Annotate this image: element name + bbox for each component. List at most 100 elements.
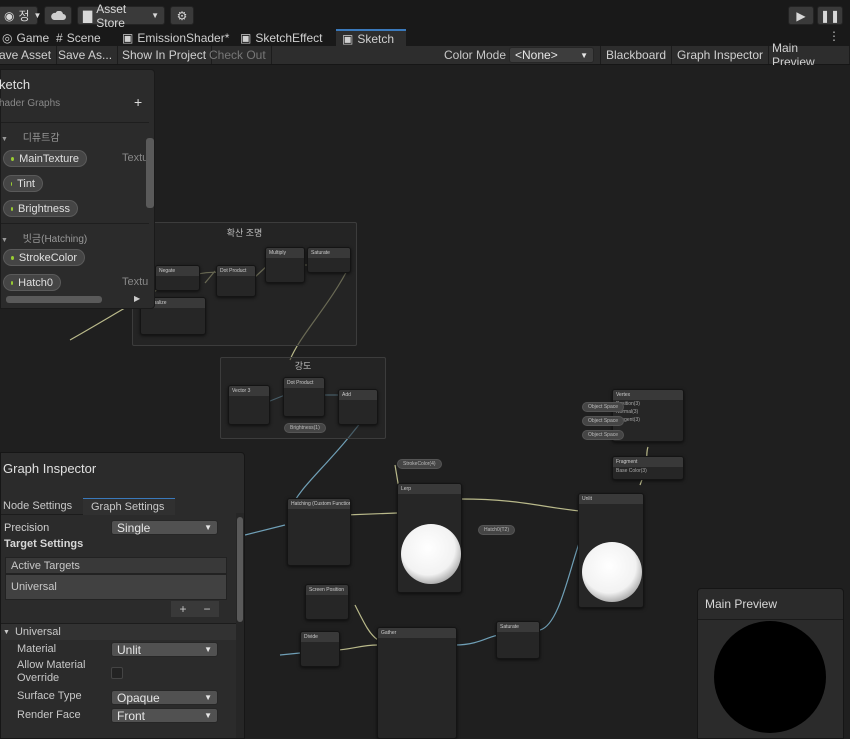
pill-stroke-color[interactable]: StrokeColor(4)	[397, 459, 442, 469]
color-mode-select[interactable]: <None> ▼	[509, 47, 594, 63]
allow-material-override-label: Allow Material Override	[17, 659, 86, 684]
chevron-down-icon: ▼	[204, 711, 212, 720]
add-target-button[interactable]: +	[179, 602, 186, 616]
node-dot-product-2[interactable]: Dot Product	[283, 377, 325, 417]
graph-inspector-toggle[interactable]: Graph Inspector	[672, 46, 770, 64]
asset-store-icon: ▇	[83, 8, 93, 23]
pill-object-space[interactable]: Object Space	[582, 402, 625, 412]
node-screen-position[interactable]: Screen Position	[305, 584, 349, 620]
hash-icon: #	[56, 30, 63, 45]
node-negate[interactable]: Negate	[155, 265, 200, 291]
node-hatching[interactable]: Hatching (Custom Function)	[287, 498, 351, 566]
show-in-project-button[interactable]: Show In Project	[117, 46, 213, 64]
category-diffuse[interactable]: ▼ 디퓨트감	[1, 129, 60, 144]
account-icon: ◉	[4, 8, 15, 23]
blackboard-vertical-scrollbar[interactable]	[146, 138, 154, 208]
editor-tabs: ◎ Game # Scene ▣ EmissionShader* ▣ SketchEff…	[0, 29, 850, 46]
chevron-down-icon: ▼	[580, 50, 588, 60]
blackboard-horizontal-scrollbar[interactable]	[6, 296, 102, 303]
main-preview-title: Main Preview	[705, 597, 778, 611]
tab-sketch[interactable]: ▣ Sketch	[336, 29, 406, 46]
color-mode-label: Color Mode	[444, 48, 507, 62]
property-tint[interactable]: Tint	[3, 175, 43, 192]
universal-section-header[interactable]: ▼ Universal	[1, 623, 236, 640]
tab-game[interactable]: ◎ Game	[0, 29, 55, 46]
active-targets-header: Active Targets	[5, 557, 227, 574]
property-strokecolor[interactable]: StrokeColor	[3, 249, 85, 266]
blackboard-toggle[interactable]: Blackboard	[600, 46, 673, 64]
top-bar: ◉ 정 ▼ ▇ Asset Store ▼ ⚙ ▶ ❚❚	[0, 0, 850, 30]
graph-inspector-panel: Graph Inspector Node Settings Graph Sett…	[0, 452, 245, 739]
target-item-universal[interactable]: Universal	[5, 574, 227, 600]
group-title: 강도	[294, 361, 312, 371]
chevron-down-icon: ▼	[204, 645, 212, 654]
chevron-down-icon: ▼	[204, 693, 212, 702]
pause-icon: ❚❚	[819, 8, 841, 23]
blackboard-title: ketch	[0, 77, 31, 92]
material-select[interactable]: Unlit ▼	[111, 642, 218, 657]
chevron-down-icon: ▼	[151, 11, 159, 20]
remove-target-button[interactable]: −	[203, 602, 210, 616]
surface-type-select[interactable]: Opaque ▼	[111, 690, 218, 705]
pill-brightness[interactable]: Brightness(1)	[284, 423, 326, 433]
allow-material-override-checkbox[interactable]	[111, 667, 123, 679]
account-dropdown[interactable]: ◉ 정 ▼	[0, 6, 41, 25]
node-add[interactable]: Add	[338, 389, 378, 425]
tab-emissionshader[interactable]: ▣ EmissionShader*	[116, 29, 235, 46]
chevron-down-icon: ▼	[3, 628, 10, 636]
node-vector3[interactable]: Vector 3	[228, 385, 270, 425]
add-property-button[interactable]: +	[134, 94, 142, 110]
cloud-button[interactable]	[44, 6, 72, 25]
save-asset-button[interactable]: ave Asset	[0, 46, 58, 64]
surface-type-label: Surface Type	[17, 690, 82, 702]
tab-sketcheffect[interactable]: ▣ SketchEffect	[234, 29, 329, 46]
node-fragment[interactable]: Fragment Base Color(3)	[612, 456, 684, 480]
play-icon: ▶	[796, 8, 806, 23]
save-as-button[interactable]: Save As...	[53, 46, 119, 64]
pill-object-space[interactable]: Object Space	[582, 430, 625, 440]
property-hatch0[interactable]: Hatch0	[3, 274, 61, 291]
asset-store-dropdown[interactable]: ▇ Asset Store ▼	[77, 2, 165, 30]
shadergraph-icon: ▣	[122, 30, 134, 45]
play-button[interactable]: ▶	[788, 6, 814, 25]
render-face-label: Render Face	[17, 709, 81, 721]
pause-button[interactable]: ❚❚	[817, 6, 843, 25]
shader-graph-toolbar: ave Asset Save As... Show In Project Che…	[0, 41, 850, 69]
category-hatching[interactable]: ▼ 빗금(Hatching)	[1, 230, 87, 245]
node-gather[interactable]: Gather	[377, 627, 457, 739]
color-dot-icon	[11, 255, 14, 260]
render-face-select[interactable]: Front ▼	[111, 708, 218, 723]
inspector-vertical-scrollbar[interactable]	[237, 517, 243, 622]
node-divide[interactable]: Divide	[300, 631, 340, 667]
node-lerp[interactable]: Lerp	[397, 483, 462, 593]
node-unlit[interactable]: Unlit	[578, 493, 644, 608]
pill-hatch[interactable]: Hatch0(T2)	[478, 525, 516, 535]
check-out-button: Check Out	[204, 46, 272, 64]
property-brightness[interactable]: Brightness	[3, 200, 78, 217]
pill-object-space[interactable]: Object Space	[582, 416, 625, 426]
tab-scene[interactable]: # Scene	[50, 29, 107, 46]
precision-select[interactable]: Single ▼	[111, 520, 218, 535]
property-type-label: Textu	[122, 152, 149, 164]
main-preview-panel: Main Preview	[697, 588, 844, 739]
blackboard-subtitle: hader Graphs	[0, 98, 61, 109]
tab-graph-settings[interactable]: Graph Settings	[83, 498, 175, 515]
texture-dot-icon	[11, 156, 15, 161]
gear-icon: ⚙	[176, 8, 188, 23]
cloud-icon	[51, 10, 66, 20]
node-saturate-2[interactable]: Saturate	[496, 621, 540, 659]
chevron-down-icon: ▼	[204, 523, 212, 532]
main-preview-toggle[interactable]: Main Preview	[767, 41, 850, 69]
property-maintexture[interactable]: MainTexture	[3, 150, 87, 167]
node-saturate[interactable]: Saturate	[307, 247, 351, 273]
node-dot-product[interactable]: Dot Product	[216, 265, 256, 297]
target-list-controls: + −	[171, 601, 219, 617]
chevron-down-icon: ▼	[33, 11, 42, 20]
preview-sphere[interactable]	[714, 621, 826, 733]
scroll-right-icon[interactable]: ▶	[134, 294, 140, 303]
chevron-down-icon: ▼	[1, 136, 8, 143]
settings-button[interactable]: ⚙	[170, 6, 194, 25]
tab-node-settings[interactable]: Node Settings	[1, 498, 83, 515]
node-multiply[interactable]: Multiply	[265, 247, 305, 283]
shadergraph-icon: ▣	[240, 30, 252, 45]
